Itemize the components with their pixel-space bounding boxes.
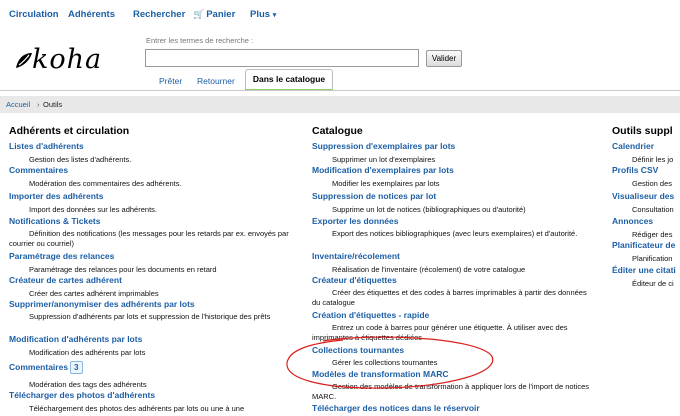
calendar-desc: Définir les jo <box>632 155 674 164</box>
task-scheduler-link[interactable]: Planificateur de <box>612 240 675 250</box>
overdue-triggers-link[interactable]: Paramétrage des relances <box>9 251 114 261</box>
nav-more[interactable]: Plus ▾ <box>250 9 276 20</box>
comments-link[interactable]: Commentaires <box>9 165 68 175</box>
quick-spine-label-desc: Entrez un code à barres pour générer une… <box>312 323 568 342</box>
batch-item-modification-desc: Modifier les exemplaires par lots <box>332 179 440 188</box>
quote-editor-link[interactable]: Éditer une citati <box>612 265 676 275</box>
calendar-link[interactable]: Calendrier <box>612 141 654 151</box>
overdue-triggers-desc: Paramétrage des relances pour les docume… <box>29 265 217 274</box>
marc-modification-templates-link[interactable]: Modèles de transformation MARC <box>312 369 449 379</box>
batch-record-deletion-desc: Supprime un lot de notices (bibliographi… <box>332 205 526 214</box>
comments-desc: Modération des commentaires des adhérent… <box>29 179 182 188</box>
cart-icon: 🛒 <box>193 9 205 19</box>
koha-logo-icon <box>16 53 32 68</box>
quote-editor-desc: Éditeur de ci <box>632 279 674 288</box>
csv-profiles-link[interactable]: Profils CSV <box>612 165 658 175</box>
patron-card-creator-link[interactable]: Créateur de cartes adhérent <box>9 275 122 285</box>
batch-item-modification-link[interactable]: Modification d'exemplaires par lots <box>312 165 454 175</box>
patron-card-creator-desc: Créer des cartes adhérent imprimables <box>29 289 159 298</box>
breadcrumb-separator: › <box>37 100 40 109</box>
label-creator-desc: Créer des étiquettes et des codes à barr… <box>312 288 587 307</box>
patrons-column-title: Adhérents et circulation <box>9 125 130 137</box>
search-label: Entrer les termes de recherche : <box>146 36 254 45</box>
nav-search[interactable]: Rechercher <box>133 9 185 20</box>
header-divider <box>0 90 680 91</box>
batch-patron-modification-link[interactable]: Modification d'adhérents par lots <box>9 334 142 344</box>
tab-checkout[interactable]: Prêter <box>159 76 182 86</box>
additional-tools-column-title: Outils suppl <box>612 125 673 137</box>
nav-more-label: Plus <box>250 9 271 20</box>
nav-circulation[interactable]: Circulation <box>9 9 59 20</box>
csv-profiles-desc: Gestion des <box>632 179 673 188</box>
upload-patron-images-link[interactable]: Télécharger des photos d'adhérents <box>9 390 155 400</box>
catalog-column-title: Catalogue <box>312 125 363 137</box>
delete-anonymize-patrons-link[interactable]: Supprimer/anonymiser des adhérents par l… <box>9 299 195 309</box>
batch-item-deletion-desc: Supprimer un lot d'exemplaires <box>332 155 436 164</box>
inventory-desc: Réalisation de l'inventaire (récolement)… <box>332 265 526 274</box>
chevron-down-icon: ▾ <box>272 12 277 19</box>
breadcrumb-home-link[interactable]: Accueil <box>6 100 30 109</box>
patron-lists-link[interactable]: Listes d'adhérents <box>9 141 84 151</box>
nav-cart[interactable]: 🛒 Panier <box>193 9 235 20</box>
export-data-link[interactable]: Exporter les données <box>312 216 398 226</box>
breadcrumb-current: Outils <box>43 100 63 109</box>
search-submit-button[interactable]: Valider <box>426 50 462 67</box>
rotating-collections-desc: Gérer les collections tournantes <box>332 358 438 367</box>
nav-cart-label: Panier <box>206 9 236 20</box>
upload-patron-images-desc: Téléchargement des photos des adhérents … <box>29 404 245 413</box>
delete-anonymize-patrons-desc: Suppression d'adhérents par lots et supp… <box>29 312 271 321</box>
import-patrons-desc: Import des données sur les adhérents. <box>29 205 157 214</box>
tab-checkin[interactable]: Retourner <box>197 76 235 86</box>
koha-logo[interactable]: koha <box>32 44 102 75</box>
news-desc: Rédiger des <box>632 230 673 239</box>
search-input[interactable] <box>145 49 419 67</box>
breadcrumb <box>0 96 680 113</box>
patron-lists-desc: Gestion des listes d'adhérents. <box>29 155 132 164</box>
notices-slips-link[interactable]: Notifications & Tickets <box>9 216 100 226</box>
rotating-collections-link[interactable]: Collections tournantes <box>312 345 404 355</box>
tags-moderation-link[interactable]: Commentaires 3 <box>9 361 83 374</box>
log-viewer-link[interactable]: Visualiseur des <box>612 191 674 201</box>
log-viewer-desc: Consultation <box>632 205 674 214</box>
news-link[interactable]: Annonces <box>612 216 653 226</box>
pending-count-badge: 3 <box>70 361 83 374</box>
import-patrons-link[interactable]: Importer des adhérents <box>9 191 103 201</box>
nav-patrons[interactable]: Adhérents <box>68 9 115 20</box>
stage-marc-records-link[interactable]: Télécharger des notices dans le réservoi… <box>312 403 480 413</box>
export-data-desc: Export des notices bibliographiques (ave… <box>332 229 578 238</box>
tags-moderation-label: Commentaires <box>9 362 69 372</box>
batch-patron-modification-desc: Modification des adhérents par lots <box>29 348 146 357</box>
batch-record-deletion-link[interactable]: Suppression de notices par lot <box>312 191 436 201</box>
tags-moderation-desc: Modération des tags des adhérents <box>29 380 147 389</box>
tab-catalog-search[interactable]: Dans le catalogue <box>245 69 333 91</box>
task-scheduler-desc: Planification <box>632 254 673 263</box>
batch-item-deletion-link[interactable]: Suppression d'exemplaires par lots <box>312 141 455 151</box>
inventory-link[interactable]: Inventaire/récolement <box>312 251 400 261</box>
notices-slips-desc: Définition des notifications (les messag… <box>9 229 289 248</box>
label-creator-link[interactable]: Créateur d'étiquettes <box>312 275 397 285</box>
marc-modification-templates-desc: Gestion des modèles de transformation à … <box>312 382 589 401</box>
quick-spine-label-link[interactable]: Création d'étiquettes - rapide <box>312 310 429 320</box>
